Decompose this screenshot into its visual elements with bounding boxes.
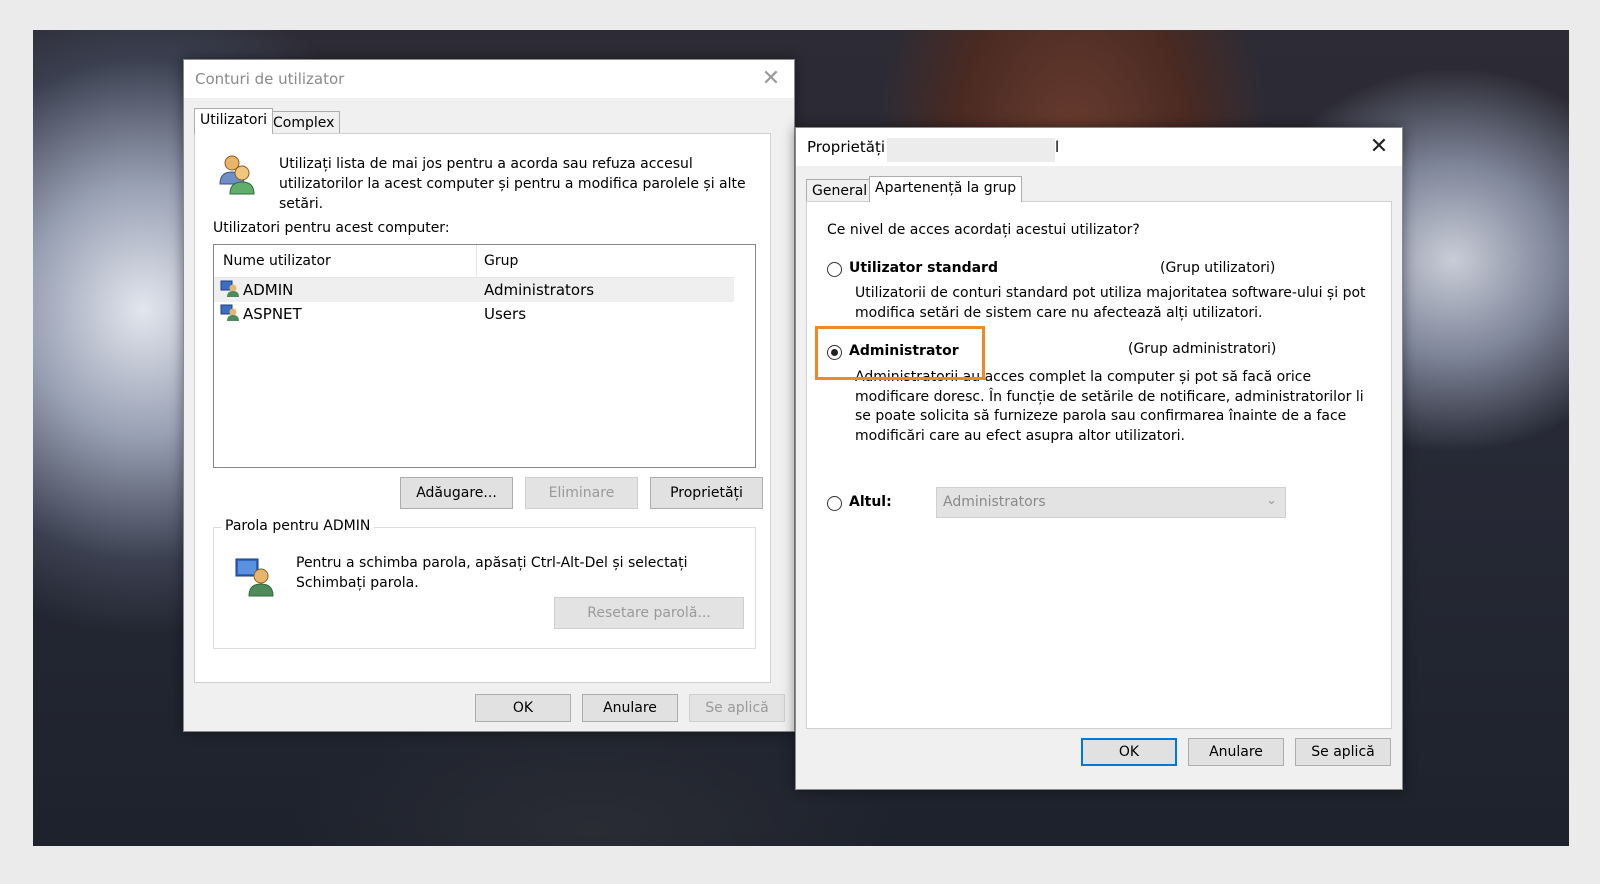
password-group-label: Parola pentru ADMIN xyxy=(221,518,375,534)
list-header: Nume utilizator Grup xyxy=(214,245,734,278)
tab-label: Apartenență la grup xyxy=(875,180,1017,196)
user-icon xyxy=(220,280,239,297)
tab-general[interactable]: General xyxy=(806,179,874,202)
ok-button[interactable]: OK xyxy=(1081,738,1177,766)
user-password-icon xyxy=(235,558,274,597)
tab-label: General xyxy=(812,183,868,199)
ok-button[interactable]: OK xyxy=(475,694,571,722)
add-user-button[interactable]: Adăugare... xyxy=(400,477,513,509)
users-tab-panel: Utilizați lista de mai jos pentru a acor… xyxy=(194,133,771,683)
row-group: Users xyxy=(484,305,527,323)
apply-button[interactable]: Se aplică xyxy=(689,694,785,722)
select-value: Administrators xyxy=(943,494,1046,510)
other-group-select[interactable]: Administrators ⌄ xyxy=(936,487,1286,518)
title-suffix: l xyxy=(1055,138,1060,156)
window-title: Proprietăți xyxy=(807,138,886,156)
window-title: Conturi de utilizator xyxy=(195,70,345,88)
password-groupbox: Parola pentru ADMIN Pentru a schimba par… xyxy=(213,518,756,649)
row-username: ASPNET xyxy=(243,305,302,323)
tab-label: Utilizatori xyxy=(200,112,268,128)
row-group: Administrators xyxy=(484,281,595,299)
intro-text: Utilizați lista de mai jos pentru a acor… xyxy=(279,156,746,212)
column-header-username[interactable]: Nume utilizator xyxy=(223,253,463,269)
highlight-box xyxy=(815,326,985,380)
close-button[interactable]: ✕ xyxy=(1364,132,1394,162)
group-membership-panel: Ce nivel de acces acordați acestui utili… xyxy=(806,201,1392,729)
password-instructions: Pentru a schimba parola, apăsați Ctrl-Al… xyxy=(296,555,688,591)
tab-advanced[interactable]: Complex xyxy=(267,111,341,134)
apply-button[interactable]: Se aplică xyxy=(1295,738,1391,766)
tab-users[interactable]: Utilizatori xyxy=(194,108,274,134)
redacted-username xyxy=(887,138,1055,162)
users-list-label: Utilizatori pentru acest computer: xyxy=(213,220,450,236)
user-properties-window: Proprietăți l ✕ General Apartenență la g… xyxy=(795,127,1403,790)
users-listview[interactable]: Nume utilizator Grup ADMIN Administrator… xyxy=(213,244,756,468)
users-group-icon xyxy=(219,155,255,195)
column-divider xyxy=(476,245,477,277)
close-icon: ✕ xyxy=(1369,134,1389,159)
chevron-down-icon: ⌄ xyxy=(1266,493,1277,508)
close-button[interactable]: ✕ xyxy=(756,64,786,94)
title-bar: Conturi de utilizator ✕ xyxy=(184,60,794,98)
tab-group-membership[interactable]: Apartenență la grup xyxy=(869,176,1023,202)
column-header-group[interactable]: Grup xyxy=(484,253,518,269)
table-row[interactable]: ADMIN Administrators xyxy=(214,278,734,302)
user-icon xyxy=(220,304,239,321)
tab-label: Complex xyxy=(273,115,335,131)
row-username: ADMIN xyxy=(243,281,294,299)
user-properties-button[interactable]: Proprietăți xyxy=(650,477,763,509)
cancel-button[interactable]: Anulare xyxy=(582,694,678,722)
table-row[interactable]: ASPNET Users xyxy=(214,302,734,326)
title-bar: Proprietăți l ✕ xyxy=(796,128,1402,166)
standard-user-description: Utilizatorii de conturi standard pot uti… xyxy=(855,285,1366,321)
remove-user-button[interactable]: Eliminare xyxy=(525,477,638,509)
cancel-button[interactable]: Anulare xyxy=(1188,738,1284,766)
user-accounts-window: Conturi de utilizator ✕ Utilizatori Comp… xyxy=(183,59,795,732)
standard-user-radio[interactable] xyxy=(827,262,842,277)
reset-password-button[interactable]: Resetare parolă... xyxy=(554,597,744,629)
close-icon: ✕ xyxy=(761,66,781,91)
administrator-group: (Grup administratori) xyxy=(1128,341,1277,357)
access-question: Ce nivel de acces acordați acestui utili… xyxy=(827,222,1140,238)
other-radio[interactable] xyxy=(827,496,842,511)
other-label[interactable]: Altul: xyxy=(849,494,892,510)
standard-user-group: (Grup utilizatori) xyxy=(1160,260,1276,276)
standard-user-label[interactable]: Utilizator standard xyxy=(849,260,998,276)
